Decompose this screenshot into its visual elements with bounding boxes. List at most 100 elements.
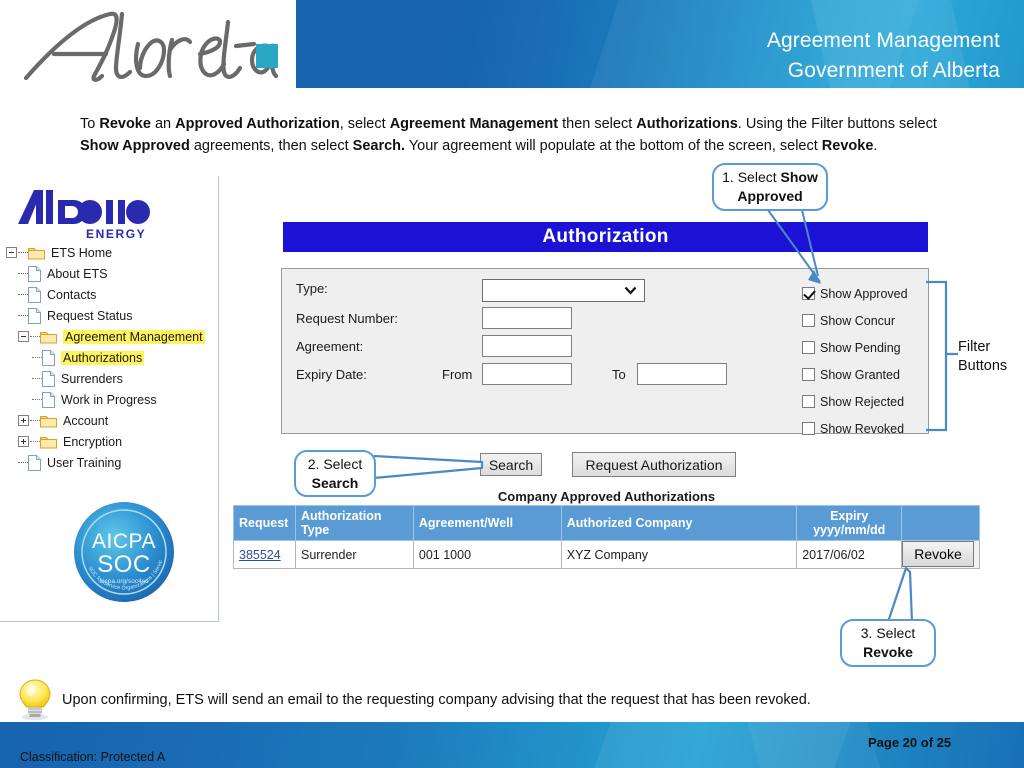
tree-connector — [32, 378, 42, 379]
callout-1-leader — [767, 209, 821, 284]
sidebar-item-authorizations[interactable]: Authorizations — [6, 347, 218, 368]
filter-buttons-label: Filter Buttons — [958, 338, 1007, 376]
sidebar-label: Surrenders — [61, 371, 123, 386]
tree-connector — [18, 294, 28, 295]
file-icon — [42, 370, 55, 387]
checkbox-checked-icon[interactable] — [802, 287, 815, 300]
request-number-label: Request Number: — [296, 311, 398, 326]
field-row-agreement: Agreement: — [296, 339, 441, 354]
sidebar-item-contacts[interactable]: Contacts — [6, 284, 218, 305]
expander-minus-icon[interactable] — [18, 331, 29, 342]
alberta-energy-logo: ENERGY — [14, 184, 154, 242]
sidebar-item-agreement-management[interactable]: Agreement Management — [6, 326, 218, 347]
callout-2-select-search: 2. Select Search — [294, 450, 376, 497]
col-agreement-well: Agreement/Well — [412, 505, 562, 541]
nav-tree: ETS Home About ETS Contacts Request Stat… — [6, 242, 218, 473]
sidebar-item-user-training[interactable]: User Training — [6, 452, 218, 473]
checkbox-icon[interactable] — [802, 395, 815, 408]
sidebar-item-work-in-progress[interactable]: Work in Progress — [6, 389, 218, 410]
instr-t7: Your agreement will populate at the bott… — [405, 137, 822, 154]
filter-label: Show Granted — [820, 367, 900, 382]
cell-request[interactable]: 385524 — [233, 540, 296, 569]
revoke-button-label: Revoke — [914, 546, 962, 562]
revoke-button[interactable]: Revoke — [902, 541, 974, 567]
col-authtype-l1: Authorization — [300, 509, 382, 523]
agreement-label: Agreement: — [296, 339, 364, 354]
search-button-label: Search — [488, 456, 534, 473]
checkbox-icon[interactable] — [802, 422, 815, 435]
filter-buttons-label-l1: Filter — [958, 339, 991, 355]
checkbox-icon[interactable] — [802, 341, 815, 354]
cell-authorization-type: Surrender — [294, 540, 414, 569]
expander-plus-icon[interactable] — [18, 436, 29, 447]
file-icon — [42, 391, 55, 408]
filter-show-granted[interactable]: Show Granted — [802, 361, 922, 388]
sidebar-item-ets-home[interactable]: ETS Home — [6, 242, 218, 263]
checkbox-icon[interactable] — [802, 314, 815, 327]
sidebar-item-about-ets[interactable]: About ETS — [6, 263, 218, 284]
folder-icon — [40, 435, 57, 449]
type-label: Type: — [296, 281, 328, 296]
expander-minus-icon[interactable] — [6, 247, 17, 258]
field-row-type: Type: — [296, 281, 441, 296]
filter-show-pending[interactable]: Show Pending — [802, 334, 922, 361]
svg-text:ENERGY: ENERGY — [86, 227, 146, 241]
sidebar-label: Account — [63, 413, 109, 428]
field-row-request-number: Request Number: — [296, 311, 441, 326]
to-label: To — [612, 367, 626, 382]
callout-2-bold: Search — [311, 474, 359, 491]
soc-badge-line2: SOC — [97, 551, 151, 578]
instr-t5: . Using the Filter buttons select — [737, 116, 937, 132]
file-icon — [28, 307, 41, 324]
instr-b5: Show Approved — [80, 137, 190, 154]
sidebar-label: Request Status — [47, 308, 133, 323]
filter-show-concur[interactable]: Show Concur — [802, 307, 922, 334]
expiry-date-label: Expiry Date: — [296, 367, 367, 382]
cell-expiry: 2017/06/02 — [796, 540, 903, 569]
expiry-from-input[interactable] — [482, 363, 572, 385]
callout-3-prefix: 3. Select — [860, 625, 916, 641]
tree-connector — [18, 462, 28, 463]
banner-title-line1: Agreement Management — [766, 29, 1000, 52]
request-link[interactable]: 385524 — [239, 548, 281, 562]
checkbox-icon[interactable] — [802, 368, 815, 381]
instr-t6: agreements, then select — [189, 137, 353, 154]
agreement-input[interactable] — [482, 335, 572, 357]
type-select[interactable] — [482, 279, 645, 302]
tree-connector — [18, 252, 28, 253]
chevron-down-icon — [624, 284, 637, 297]
folder-icon — [40, 414, 57, 428]
request-number-input[interactable] — [482, 307, 572, 329]
sidebar-item-encryption[interactable]: Encryption — [6, 431, 218, 452]
callout-3-leader — [886, 566, 914, 624]
col-actions — [901, 505, 980, 541]
instr-t2: an — [150, 116, 176, 132]
sidebar-item-request-status[interactable]: Request Status — [6, 305, 218, 326]
col-authorization-type: Authorization Type — [294, 505, 414, 541]
expiry-to-input[interactable] — [637, 363, 727, 385]
instr-t1: To — [80, 116, 100, 132]
sidebar-item-account[interactable]: Account — [6, 410, 218, 431]
from-label: From — [442, 367, 472, 382]
tree-connector — [30, 420, 40, 421]
expander-plus-icon[interactable] — [18, 415, 29, 426]
page-title: Authorization — [542, 226, 669, 247]
instr-t8: . — [873, 137, 878, 154]
filter-show-rejected[interactable]: Show Rejected — [802, 388, 922, 415]
table-header-row: Request Authorization Type Agreement/Wel… — [233, 505, 980, 541]
sidebar-label: Encryption — [63, 434, 123, 449]
col-authorized-company: Authorized Company — [560, 505, 798, 541]
slide-root: Agreement Management Government of Alber… — [0, 0, 1024, 768]
search-button[interactable]: Search — [480, 453, 542, 476]
request-authorization-button[interactable]: Request Authorization — [572, 452, 736, 477]
filter-bracket — [926, 280, 958, 432]
page-number: Page 20 of 25 — [868, 735, 952, 750]
callout-1-text: 1. Select Show Approved — [714, 168, 826, 206]
sidebar-item-surrenders[interactable]: Surrenders — [6, 368, 218, 389]
sidebar-label: ETS Home — [51, 245, 113, 260]
instr-b7: Revoke — [821, 137, 874, 154]
cell-authorized-company: XYZ Company — [560, 540, 798, 569]
cell-agreement-well: 001 1000 — [412, 540, 562, 569]
filter-show-revoked[interactable]: Show Revoked — [802, 415, 922, 442]
col-request: Request — [233, 505, 296, 541]
